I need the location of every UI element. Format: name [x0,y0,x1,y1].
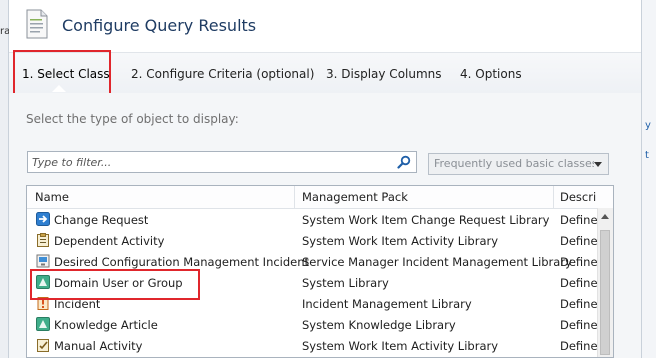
cell-name: Manual Activity [54,339,143,353]
cell-description: Define [560,234,598,248]
configure-query-results-dialog: Configure Query Results 1. Select Class … [9,0,641,358]
grid-vertical-scrollbar[interactable] [597,208,613,357]
cell-description: Define [560,213,598,227]
cell-management-pack: Incident Management Library [302,297,472,311]
manual-activity-icon [37,339,49,352]
cell-management-pack: System Work Item Activity Library [302,339,499,353]
cell-name: Desired Configuration Management Inciden… [54,255,310,269]
dialog-title: Configure Query Results [62,16,257,35]
table-row[interactable]: Manual Activity System Work Item Activit… [27,336,599,357]
cell-management-pack: System Work Item Change Request Library [302,213,550,227]
cell-name: Knowledge Article [54,318,158,332]
column-header-name[interactable]: Name [35,190,69,204]
class-filter-value: Frequently used basic classes [434,157,594,170]
filter-input[interactable] [28,152,396,172]
row-highlight-annotation [30,269,200,300]
tab-display-columns[interactable]: 3. Display Columns [326,67,442,81]
instruction-label: Select the type of object to display: [26,112,239,126]
cell-management-pack: System Library [302,276,389,290]
filter-box [27,151,417,173]
cell-description: Define [560,255,598,269]
background-window-right: y t [641,0,656,358]
cell-name: Dependent Activity [54,234,165,248]
table-row[interactable]: Knowledge Article System Knowledge Libra… [27,315,599,336]
tab-highlight-annotation [13,50,111,95]
knowledge-article-icon [36,317,50,331]
column-header-description[interactable]: Descri [560,190,596,204]
cell-management-pack: Service Manager Incident Management Libr… [302,255,572,269]
document-icon [26,9,48,39]
config-incident-icon [36,254,50,268]
tab-configure-criteria[interactable]: 2. Configure Criteria (optional) [131,67,314,81]
cell-name: Change Request [54,213,149,227]
column-divider[interactable] [553,186,554,208]
cell-description: Define [560,339,598,353]
column-divider[interactable] [294,186,295,208]
table-row[interactable]: Change Request System Work Item Change R… [27,210,599,231]
scroll-up-arrow-icon[interactable] [601,214,609,219]
change-request-icon [36,212,50,226]
cell-management-pack: System Work Item Activity Library [302,234,499,248]
tab-options[interactable]: 4. Options [460,67,522,81]
cell-description: Define [560,276,598,290]
scrollbar-thumb[interactable] [600,230,610,355]
cell-description: Define [560,297,598,311]
table-row[interactable]: Dependent Activity System Work Item Acti… [27,231,599,252]
background-text-fragment: t [645,150,649,161]
chevron-down-icon [594,162,602,167]
background-window-left: ra [0,0,10,358]
dependent-activity-icon [37,233,49,247]
class-filter-dropdown[interactable]: Frequently used basic classes [428,153,609,175]
search-icon[interactable] [397,155,411,169]
background-text-fragment: y [645,120,651,131]
dialog-header: Configure Query Results [9,0,641,52]
cell-description: Define [560,318,598,332]
grid-header: Name Management Pack Descri [27,186,613,209]
cell-management-pack: System Knowledge Library [302,318,456,332]
column-header-management-pack[interactable]: Management Pack [302,190,408,204]
